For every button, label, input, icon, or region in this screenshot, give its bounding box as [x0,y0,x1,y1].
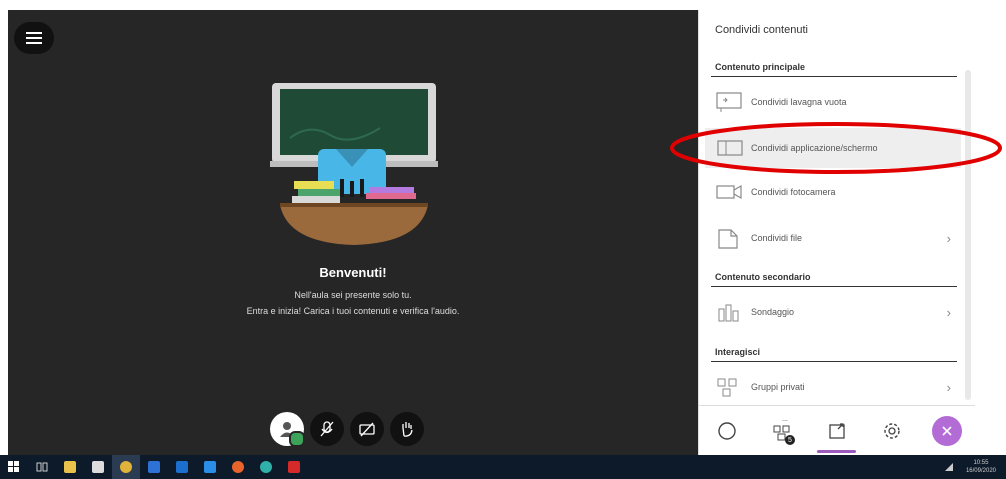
welcome-title: Benvenuti! [319,265,387,280]
task-view-icon [36,462,48,472]
primary-content-heading: Contenuto principale [715,62,805,72]
welcome-message: Benvenuti! Nell'aula sei presente solo t… [8,265,698,316]
chat-icon [717,422,736,440]
hamburger-icon [26,32,42,44]
chevron-right-icon: › [946,304,951,320]
item-label: Gruppi privati [751,382,805,392]
item-label: Condividi file [751,233,803,243]
defender-button[interactable] [140,455,168,479]
file-explorer-button[interactable] [56,455,84,479]
session-controls [270,410,424,448]
share-file-item[interactable]: Condividi file › [705,218,961,258]
camera-off-icon [359,422,375,437]
camera-icon [713,180,747,204]
chrome-icon [120,461,132,473]
firefox-button[interactable] [224,455,252,479]
groups-icon [713,375,747,399]
acrobat-button[interactable] [280,455,308,479]
item-label: Condividi applicazione/schermo [751,143,878,153]
tab-attendees[interactable]: ... 5 [754,406,809,456]
store-icon [92,461,104,473]
mail-icon [176,461,188,473]
panel-scrollbar[interactable] [965,70,971,400]
classroom-illustration [270,83,438,245]
network-icon[interactable] [944,462,954,472]
item-label: Sondaggio [751,307,795,317]
section-divider [711,76,957,77]
system-tray: 10:55 16/09/2020 [944,455,996,479]
tab-settings[interactable] [864,406,919,456]
attendee-count-badge: 5 [785,435,795,445]
poll-icon [713,300,747,324]
outlook-button[interactable] [168,455,196,479]
calendar-icon [204,461,216,473]
open-menu-button[interactable] [14,22,54,54]
whiteboard-icon [713,90,747,114]
microphone-toggle-button[interactable] [310,412,344,446]
section-divider [711,361,957,362]
screen-share-icon [713,136,747,160]
camera-toggle-button[interactable] [350,412,384,446]
clock-date: 16/09/2020 [965,468,996,474]
collaborate-panel-tabs: ... 5 [699,405,975,456]
close-circle [931,416,962,446]
share-content-panel: Condividi contenuti Contenuto principale… [698,10,975,455]
windows-taskbar: 10:55 16/09/2020 [0,455,1006,479]
close-panel-button[interactable] [919,406,974,456]
edge-button[interactable] [252,455,280,479]
section-divider [711,286,957,287]
calendar-button[interactable] [196,455,224,479]
file-icon [713,226,747,250]
windows-logo-icon [8,461,19,472]
taskbar-clock[interactable]: 10:55 16/09/2020 [966,459,996,475]
secondary-content-heading: Contenuto secondario [715,272,811,282]
share-application-screen-item[interactable]: Condividi applicazione/schermo [705,128,961,168]
share-content-icon [828,423,845,439]
share-blank-whiteboard-item[interactable]: Condividi lavagna vuota [705,82,961,122]
store-button[interactable] [84,455,112,479]
clock-time: 10:55 [973,460,989,466]
item-label: Condividi lavagna vuota [751,97,847,107]
raise-hand-button[interactable] [390,412,424,446]
chevron-right-icon: › [946,230,951,246]
close-icon [941,426,952,436]
welcome-text-1: Nell'aula sei presente solo tu. [294,290,412,300]
edge-icon [260,461,272,473]
start-button[interactable] [0,455,28,479]
firefox-icon [232,461,244,473]
folder-icon [64,461,76,473]
share-camera-item[interactable]: Condividi fotocamera [705,172,961,212]
session-stage: Benvenuti! Nell'aula sei presente solo t… [8,10,698,455]
microphone-off-icon [320,421,334,437]
attendee-indicator: ... [782,416,788,423]
interact-heading: Interagisci [715,347,761,357]
tab-chat[interactable] [699,406,754,456]
chrome-button[interactable] [112,455,140,479]
my-status-button[interactable] [270,412,305,447]
hand-icon [402,422,413,437]
item-label: Condividi fotocamera [751,187,836,197]
shield-icon [148,461,160,473]
gear-icon [883,423,900,439]
panel-title: Condividi contenuti [715,24,808,36]
tab-share-content[interactable] [809,406,864,456]
online-status-dot [289,431,305,447]
task-view-button[interactable] [28,455,56,479]
chevron-right-icon: › [946,379,951,395]
poll-item[interactable]: Sondaggio › [705,292,961,332]
pdf-icon [288,461,300,473]
private-groups-item[interactable]: Gruppi privati › [705,367,961,407]
welcome-text-2: Entra e inizia! Carica i tuoi contenuti … [246,306,460,316]
